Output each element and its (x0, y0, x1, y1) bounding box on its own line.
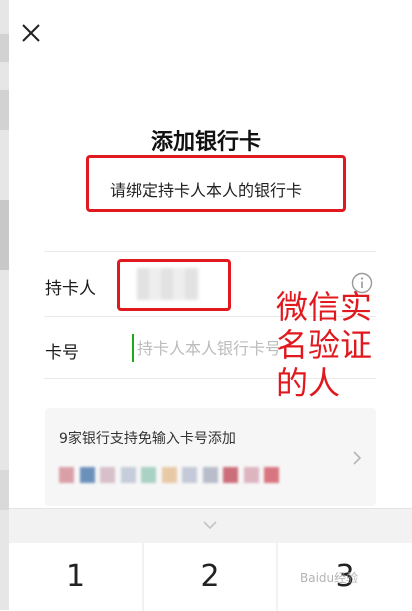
holder-label: 持卡人 (45, 279, 96, 299)
bank-logo (100, 467, 115, 483)
card-number-input[interactable] (132, 334, 317, 362)
bank-logo (264, 467, 279, 483)
bank-logo (182, 467, 197, 483)
holder-highlight-box (117, 259, 231, 311)
bank-logo (202, 467, 218, 483)
key-1[interactable]: 1 (9, 543, 142, 611)
left-window-edge (0, 0, 9, 610)
chevron-down-icon (203, 521, 217, 530)
card-number-label: 卡号 (45, 343, 79, 363)
close-icon (22, 24, 40, 42)
bank-logo (59, 467, 74, 483)
close-button[interactable] (18, 20, 44, 46)
bank-logo (223, 467, 238, 483)
bank-logo (141, 467, 156, 483)
divider (44, 251, 376, 252)
bank-logo (79, 467, 95, 483)
bank-logo (243, 467, 259, 483)
chevron-right-icon (353, 451, 362, 465)
key-2[interactable]: 2 (144, 543, 276, 611)
bank-quick-add-text: 9家银行支持免输入卡号添加 (59, 431, 236, 447)
bank-quick-add-panel[interactable]: 9家银行支持免输入卡号添加 (45, 408, 376, 506)
bank-logo (161, 467, 177, 483)
page-title: 添加银行卡 (150, 130, 261, 155)
subtitle-highlight-box (86, 155, 346, 212)
watermark: Baidu经验 (300, 571, 359, 585)
keyboard-collapse-button[interactable] (201, 519, 219, 531)
numeric-keypad: 1 2 3 (9, 508, 412, 611)
bank-logo (120, 467, 136, 483)
edge-block (0, 470, 9, 510)
edge-block (0, 34, 9, 62)
edge-block (0, 200, 9, 270)
